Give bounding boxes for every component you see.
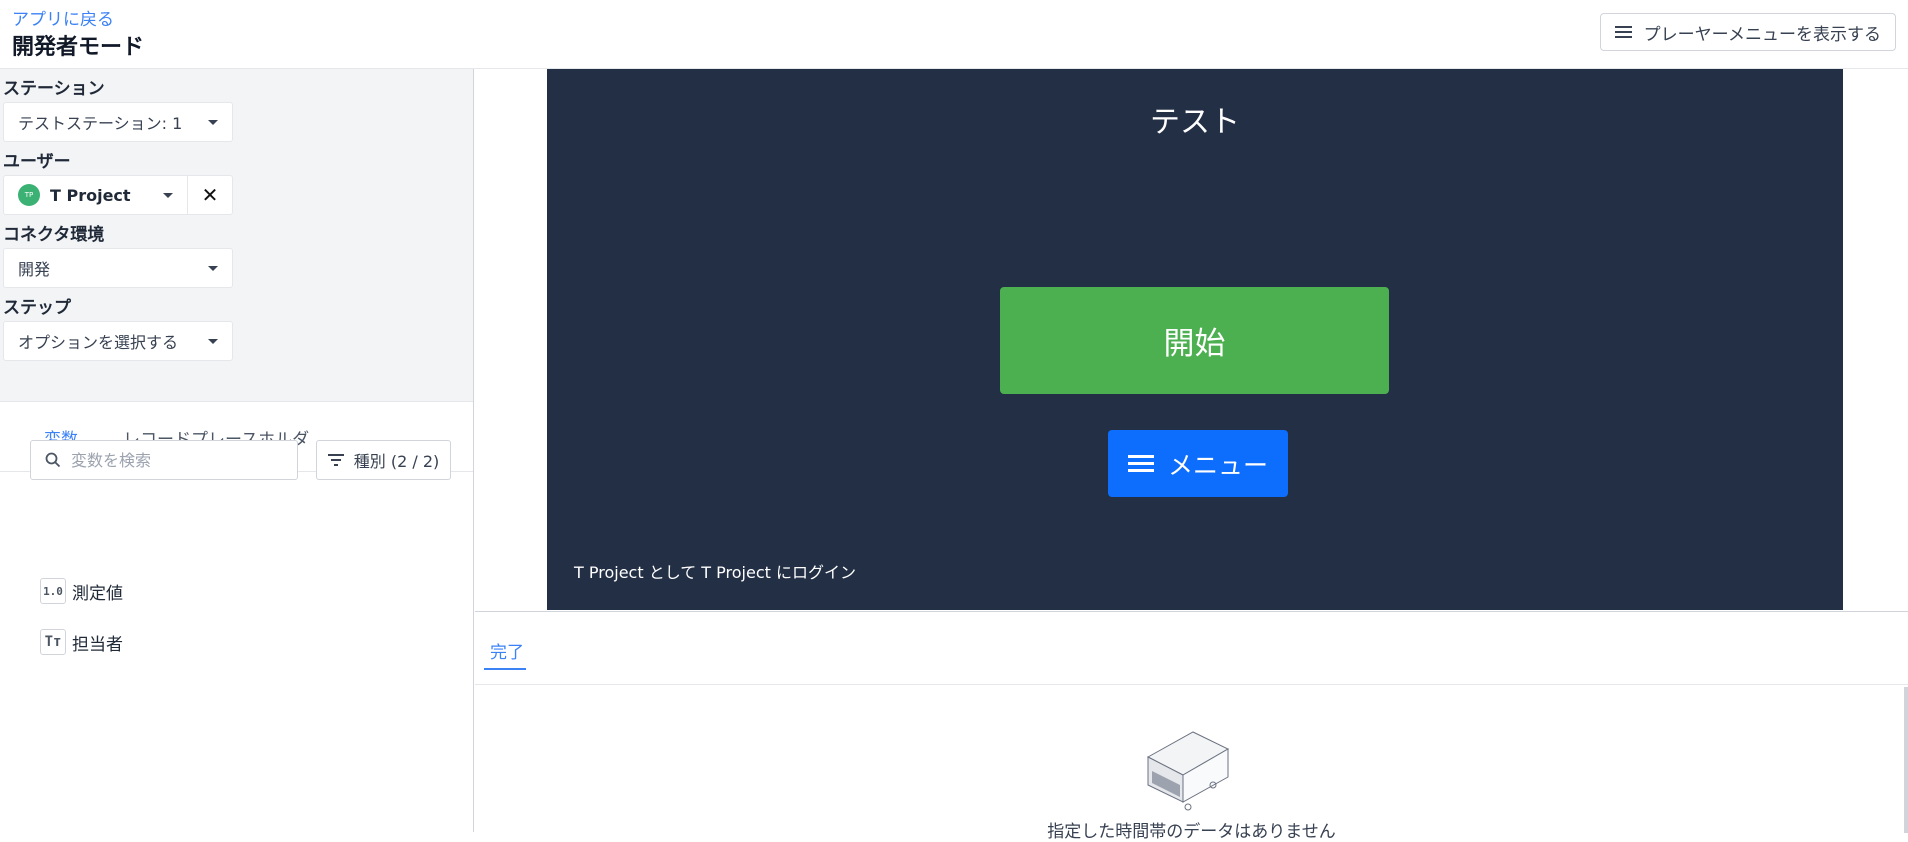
caret-down-icon — [208, 338, 218, 344]
step-label: ステップ — [3, 298, 71, 318]
step-select[interactable]: オプションを選択する — [3, 321, 233, 361]
app-preview: テスト 開始 メニュー T Project として T Project にログイ… — [547, 69, 1843, 610]
active-tab-indicator — [484, 668, 526, 670]
station-label: ステーション — [3, 79, 105, 99]
header: アプリに戻る 開発者モード プレーヤーメニューを表示する — [0, 0, 1908, 69]
bottom-panel: 完了 指定した時間帯のデータはありません — [475, 611, 1908, 842]
show-player-menu-button[interactable]: プレーヤーメニューを表示する — [1599, 13, 1896, 51]
hamburger-menu-icon — [1127, 454, 1154, 473]
text-type-icon: Tт — [40, 629, 66, 655]
config-panel: ステーション テストステーション: 1 ユーザー TP T Project ✕ … — [0, 69, 473, 402]
step-select-value: オプションを選択する — [18, 333, 179, 352]
close-icon: ✕ — [201, 183, 219, 207]
empty-box-icon — [1146, 731, 1230, 811]
variable-name: 測定値 — [72, 583, 123, 604]
user-select-group: TP T Project ✕ — [3, 175, 233, 215]
user-name: T Project — [50, 185, 131, 205]
type-filter-button[interactable]: 種別 (2 / 2) — [316, 440, 451, 480]
avatar: TP — [18, 184, 40, 206]
start-button[interactable]: 開始 — [1000, 287, 1389, 394]
bottom-tabs: 完了 — [475, 612, 1908, 685]
menu-button-label: メニュー — [1167, 450, 1268, 480]
menu-button[interactable]: メニュー — [1108, 430, 1288, 497]
station-select[interactable]: テストステーション: 1 — [3, 102, 233, 142]
type-filter-label: 種別 (2 / 2) — [353, 452, 440, 471]
connector-select-value: 開発 — [18, 260, 51, 279]
connector-label: コネクタ環境 — [3, 225, 105, 245]
caret-down-icon — [208, 119, 218, 125]
page-title: 開発者モード — [12, 35, 145, 60]
search-icon — [45, 452, 61, 468]
variable-item[interactable]: Tт 担当者 — [40, 629, 123, 655]
user-label: ユーザー — [3, 152, 71, 172]
preview-title: テスト — [1150, 105, 1240, 140]
filter-icon — [327, 454, 344, 466]
scrollbar[interactable] — [1904, 687, 1908, 833]
variable-search-input[interactable] — [71, 450, 283, 470]
user-select[interactable]: TP T Project — [4, 176, 188, 214]
caret-down-icon — [208, 265, 218, 271]
clear-user-button[interactable]: ✕ — [188, 176, 232, 214]
back-to-app-link[interactable]: アプリに戻る — [12, 5, 114, 30]
login-status-text: T Project として T Project にログイン — [574, 563, 856, 582]
connector-select[interactable]: 開発 — [3, 248, 233, 288]
show-player-menu-label: プレーヤーメニューを表示する — [1643, 24, 1881, 45]
hamburger-menu-icon — [1614, 26, 1632, 38]
station-select-value: テストステーション: 1 — [18, 114, 183, 133]
variable-name: 担当者 — [72, 634, 123, 655]
number-icon: 1.0 — [40, 578, 66, 604]
caret-down-icon — [163, 192, 173, 198]
tab-completed[interactable]: 完了 — [490, 638, 524, 663]
variable-search — [30, 440, 298, 480]
empty-state-text: 指定した時間帯のデータはありません — [1047, 822, 1336, 842]
variable-item[interactable]: 1.0 測定値 — [40, 578, 123, 604]
